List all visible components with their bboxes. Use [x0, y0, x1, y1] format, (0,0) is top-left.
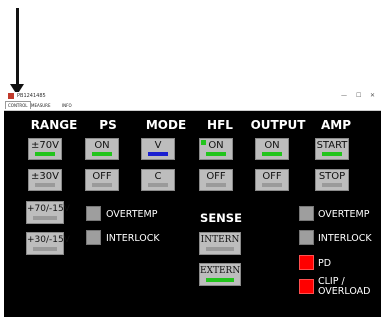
- range-30v-button[interactable]: ±30V: [28, 169, 62, 191]
- amp-stop-indicator: [322, 183, 342, 187]
- range-header: RANGE: [30, 118, 78, 132]
- window-titlebar: PB1241485 — ☐ ✕: [4, 92, 381, 101]
- output-off-button[interactable]: OFF: [255, 169, 289, 191]
- ps-off-indicator: [92, 183, 112, 187]
- mode-v-label: V: [154, 140, 162, 151]
- tab-measure[interactable]: MEASURE: [29, 102, 53, 109]
- tab-info[interactable]: INFO: [60, 102, 74, 109]
- hfl-on-button[interactable]: ON: [199, 138, 233, 160]
- range-30-15v-indicator: [33, 247, 57, 251]
- sense-intern-indicator: [206, 247, 234, 251]
- range-70v-indicator: [35, 152, 55, 156]
- ps-off-label: OFF: [92, 171, 112, 182]
- hfl-off-indicator: [206, 183, 226, 187]
- hfl-off-button[interactable]: OFF: [199, 169, 233, 191]
- output-off-indicator: [262, 183, 282, 187]
- close-button[interactable]: ✕: [370, 92, 375, 100]
- range-70v-label: ±70V: [31, 140, 59, 151]
- maximize-button[interactable]: ☐: [356, 92, 361, 100]
- amp-header: AMP: [320, 118, 352, 132]
- hfl-header: HFL: [207, 118, 233, 132]
- range-70-15v-button[interactable]: +70/-15V: [26, 201, 70, 224]
- output-header: OUTPUT: [250, 118, 306, 132]
- amp-interlock-indicator: [299, 230, 314, 245]
- hfl-on-label: ON: [208, 140, 224, 151]
- output-on-button[interactable]: ON: [255, 138, 289, 160]
- amp-start-indicator: [322, 152, 342, 156]
- mode-header: MODE: [145, 118, 187, 132]
- ps-on-indicator: [92, 152, 112, 156]
- ps-interlock-indicator: [86, 230, 101, 245]
- hfl-on-indicator: [206, 152, 226, 156]
- app-logo-icon: [8, 93, 14, 99]
- amp-clip-label-line2: OVERLOAD: [318, 286, 371, 297]
- amp-overtemp-indicator: [299, 206, 314, 221]
- ps-interlock-label: INTERLOCK: [106, 233, 160, 244]
- amp-pd-indicator: [299, 255, 314, 270]
- range-30v-indicator: [35, 183, 55, 187]
- sense-extern-indicator: [206, 278, 234, 282]
- amp-overtemp-label: OVERTEMP: [318, 209, 370, 220]
- mode-v-indicator: [148, 152, 168, 156]
- mode-c-label: C: [154, 171, 162, 182]
- window-title: PB1241485: [17, 93, 46, 99]
- ps-off-button[interactable]: OFF: [85, 169, 119, 191]
- amp-stop-label: STOP: [318, 171, 346, 182]
- sense-extern-button[interactable]: EXTERN: [199, 263, 241, 286]
- range-30-15v-label: +30/-15V: [27, 235, 70, 245]
- amp-interlock-label: INTERLOCK: [318, 233, 372, 244]
- amp-pd-label: PD: [318, 258, 332, 269]
- tab-control[interactable]: CONTROL: [5, 101, 31, 109]
- hfl-off-label: OFF: [206, 171, 226, 182]
- range-30-15v-button[interactable]: +30/-15V: [26, 232, 70, 255]
- ps-overtemp-indicator: [86, 206, 101, 221]
- minimize-button[interactable]: —: [341, 92, 347, 100]
- ps-header: PS: [99, 118, 117, 132]
- amp-start-button[interactable]: START: [315, 138, 349, 160]
- sense-intern-label: INTERN: [200, 235, 240, 245]
- range-70v-button[interactable]: ±70V: [28, 138, 62, 160]
- ps-on-label: ON: [94, 140, 110, 151]
- amp-clip-overload-indicator: [299, 279, 314, 294]
- tab-bar: CONTROL MEASURE INFO: [4, 101, 381, 111]
- range-70-15v-indicator: [33, 216, 57, 220]
- sense-extern-label: EXTERN: [200, 266, 241, 276]
- range-70-15v-label: +70/-15V: [27, 204, 70, 214]
- output-off-label: OFF: [262, 171, 282, 182]
- output-on-label: ON: [264, 140, 280, 151]
- pointer-arrow-shaft: [16, 8, 19, 86]
- ps-overtemp-label: OVERTEMP: [106, 209, 158, 220]
- output-on-indicator: [262, 152, 282, 156]
- range-30v-label: ±30V: [31, 171, 59, 182]
- sense-intern-button[interactable]: INTERN: [199, 232, 241, 255]
- amp-start-label: START: [316, 140, 348, 151]
- mode-v-button[interactable]: V: [141, 138, 175, 160]
- ps-on-button[interactable]: ON: [85, 138, 119, 160]
- sense-header: SENSE: [200, 211, 242, 225]
- amp-stop-button[interactable]: STOP: [315, 169, 349, 191]
- mode-c-indicator: [148, 183, 168, 187]
- control-panel: RANGE PS MODE HFL OUTPUT AMP ±70V ON V O…: [4, 111, 381, 317]
- mode-c-button[interactable]: C: [141, 169, 175, 191]
